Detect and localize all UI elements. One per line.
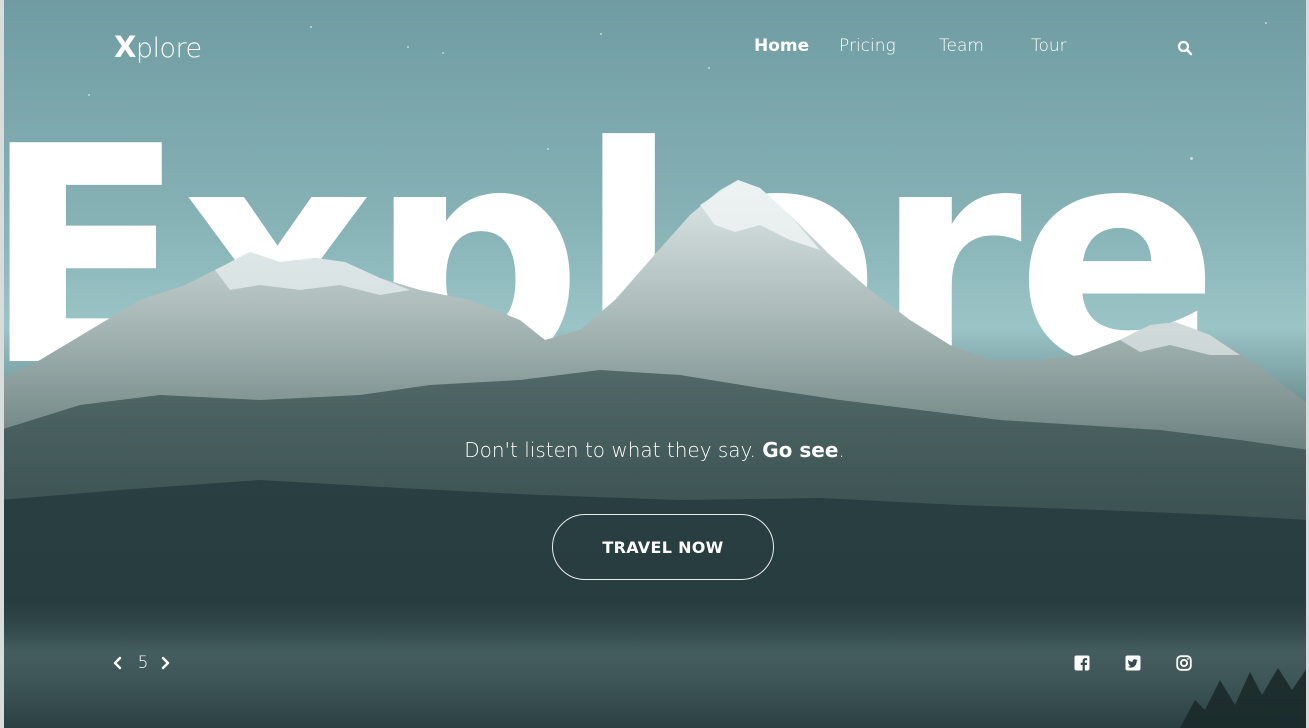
tagline-text: Don't listen to what they say.	[464, 438, 763, 462]
nav-link-pricing[interactable]: Pricing	[839, 36, 896, 56]
instagram-icon[interactable]	[1176, 655, 1192, 671]
chevron-right-icon[interactable]	[159, 656, 171, 670]
logo-text: plore	[135, 33, 202, 64]
frame-edge-left	[0, 0, 4, 728]
brand-logo[interactable]: Xplore	[114, 30, 202, 64]
hero-tagline: Don't listen to what they say. Go see.	[0, 438, 1309, 462]
tagline-end: .	[838, 438, 845, 462]
nav-link-tour[interactable]: Tour	[1031, 36, 1067, 56]
nav-link-team[interactable]: Team	[939, 36, 984, 56]
travel-now-button[interactable]: TRAVEL NOW	[552, 514, 774, 580]
mountain-range-image	[0, 180, 1309, 728]
top-navigation: Xplore Home Pricing Team Tour	[0, 0, 1309, 95]
nav-link-home[interactable]: Home	[754, 36, 809, 56]
slide-number: 5	[137, 653, 149, 673]
search-icon[interactable]	[1177, 40, 1193, 56]
tagline-emphasis: Go see	[762, 438, 839, 462]
twitter-icon[interactable]	[1125, 655, 1141, 671]
chevron-left-icon[interactable]	[112, 656, 124, 670]
hero-section: Explore Xplore Home Pricing Team Tour Do…	[0, 0, 1309, 728]
logo-initial: X	[114, 30, 136, 64]
facebook-icon[interactable]	[1074, 655, 1090, 671]
